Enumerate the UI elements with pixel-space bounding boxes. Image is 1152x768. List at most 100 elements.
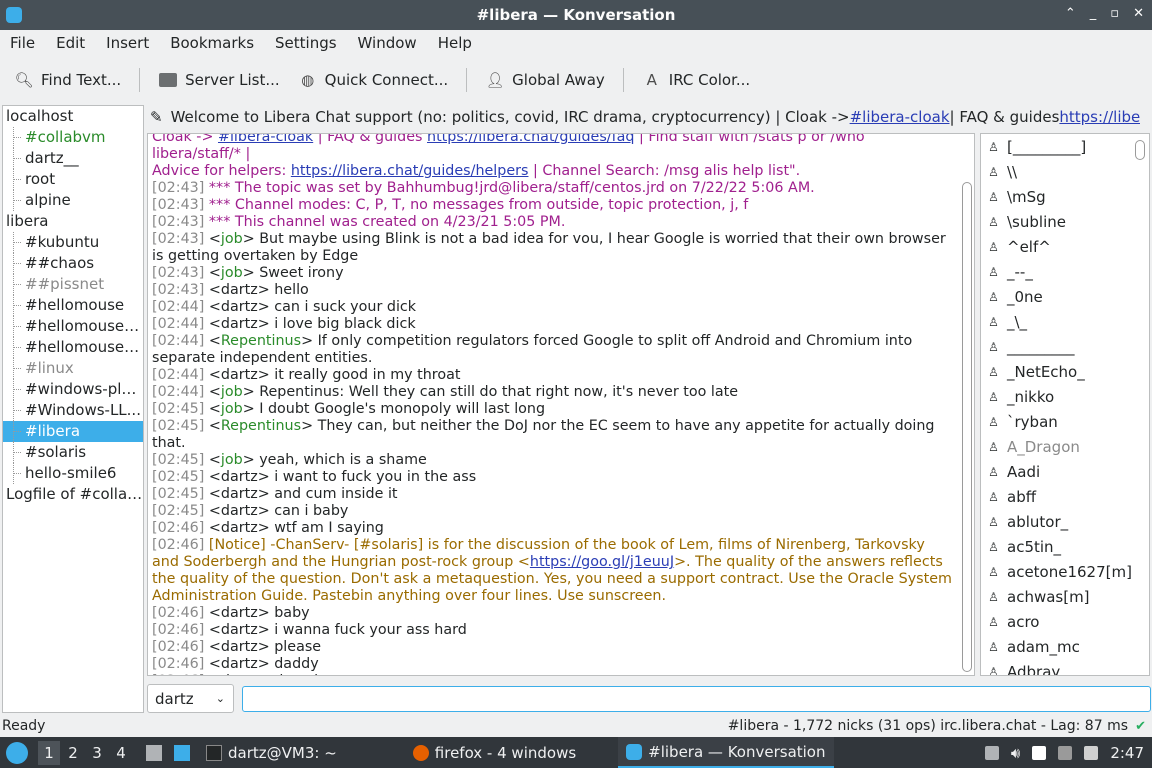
find-text-button[interactable]: 🔍︎ Find Text...	[14, 70, 121, 90]
nick-list-scrollbar[interactable]	[1135, 140, 1145, 670]
tree-item[interactable]: #hellomouse	[3, 295, 143, 316]
nick-list-item[interactable]: ♙ \\	[981, 159, 1149, 184]
tree-item[interactable]: #collabvm	[3, 127, 143, 148]
workspace-1[interactable]: 1	[38, 740, 60, 765]
chat-scrollbar-thumb[interactable]	[962, 182, 972, 672]
chat-link[interactable]: https://libera.chat/guides/faq	[427, 134, 634, 145]
menu-edit[interactable]: Edit	[56, 34, 85, 52]
chat-nick[interactable]: Repentinus	[221, 418, 301, 434]
tree-item[interactable]: libera	[3, 211, 143, 232]
quick-connect-button[interactable]: ◍ Quick Connect...	[298, 70, 448, 90]
tree-item[interactable]: #kubuntu	[3, 232, 143, 253]
keep-above-icon[interactable]: ⌃	[1065, 6, 1076, 21]
tree-item[interactable]: ##pissnet	[3, 274, 143, 295]
tree-item[interactable]: alpine	[3, 190, 143, 211]
konversation-app-icon[interactable]	[6, 7, 22, 23]
tree-item[interactable]: root	[3, 169, 143, 190]
chat-timestamp: [02:43]	[152, 231, 205, 247]
nick-list-item[interactable]: ♙ achwas[m]	[981, 584, 1149, 609]
chat-nick[interactable]: job	[221, 401, 243, 417]
nick-list-item[interactable]: ♙ ac5tin_	[981, 534, 1149, 559]
nick-list-item[interactable]: ♙ ablutor_	[981, 509, 1149, 534]
chat-scrollbar[interactable]	[962, 138, 972, 672]
nick-list-item[interactable]: ♙ _NetEcho_	[981, 359, 1149, 384]
updates-icon[interactable]	[1084, 745, 1099, 760]
clock[interactable]: 2:47	[1110, 744, 1144, 762]
show-desktop-icon[interactable]	[174, 744, 190, 761]
nick-name: acro	[1007, 612, 1040, 631]
chat-text: <dartz> dayyd	[209, 673, 318, 675]
nick-list-item[interactable]: ♙ abff	[981, 484, 1149, 509]
nick-list-item[interactable]: ♙ [_________]	[981, 134, 1149, 159]
tree-item[interactable]: Logfile of #collab...	[3, 484, 143, 505]
nick-list-item[interactable]: ♙ _nikko	[981, 384, 1149, 409]
konversation-tray-icon[interactable]	[1058, 745, 1073, 760]
chat-nick[interactable]: job	[221, 231, 243, 247]
tree-item[interactable]: #solaris	[3, 442, 143, 463]
chat-nick[interactable]: Repentinus	[221, 333, 301, 349]
chat-nick[interactable]: job	[221, 452, 243, 468]
clipboard-icon[interactable]	[984, 745, 999, 760]
nick-list-item[interactable]: ♙ _________	[981, 334, 1149, 359]
tree-item[interactable]: #libera	[3, 421, 143, 442]
edit-topic-icon[interactable]: ✎	[150, 108, 163, 126]
task-konversation[interactable]: #libera — Konversation	[618, 737, 834, 768]
nick-list-item[interactable]: ♙ _--_	[981, 259, 1149, 284]
volume-icon[interactable]: 🔊︎	[1011, 744, 1020, 762]
nick-list-item[interactable]: ♙ A_Dragon	[981, 434, 1149, 459]
close-icon[interactable]: ✕	[1133, 6, 1144, 21]
chat-link[interactable]: https://libera.chat/guides/helpers	[291, 163, 529, 179]
nick-list-item[interactable]: ♙ \subline	[981, 209, 1149, 234]
notes-icon[interactable]	[1032, 745, 1047, 760]
workspace-2[interactable]: 2	[62, 741, 84, 765]
global-away-button[interactable]: 👤︎ Global Away	[485, 70, 605, 90]
irc-color-button[interactable]: A IRC Color...	[642, 70, 751, 90]
chat-view[interactable]: Cloak -> #libera-cloak | FAQ & guides ht…	[147, 133, 975, 676]
nick-list-item[interactable]: ♙ _0ne	[981, 284, 1149, 309]
nick-list-item[interactable]: ♙ acro	[981, 609, 1149, 634]
menu-window[interactable]: Window	[358, 34, 417, 52]
nick-list-item[interactable]: ♙ _\_	[981, 309, 1149, 334]
task-terminal[interactable]: dartz@VM3: ~	[198, 737, 345, 768]
tree-item[interactable]: #windows-ple...	[3, 379, 143, 400]
topic-link-guides[interactable]: https://libera.chat/gui...	[1059, 108, 1140, 126]
nick-selector[interactable]: dartz ⌄	[147, 684, 234, 713]
menu-settings[interactable]: Settings	[275, 34, 337, 52]
nick-list-item[interactable]: ♙ Adbray	[981, 659, 1149, 676]
nick-list-scrollbar-thumb[interactable]	[1135, 140, 1145, 160]
tree-item[interactable]: #hellomouse-...	[3, 316, 143, 337]
nick-list-item[interactable]: ♙ `ryban	[981, 409, 1149, 434]
menu-file[interactable]: File	[10, 34, 35, 52]
message-input[interactable]	[242, 686, 1151, 712]
menu-bookmarks[interactable]: Bookmarks	[170, 34, 254, 52]
tree-item[interactable]: hello-smile6	[3, 463, 143, 484]
workspace-4[interactable]: 4	[110, 741, 132, 765]
tree-item[interactable]: #Windows-LL...	[3, 400, 143, 421]
chat-nick[interactable]: job	[221, 384, 243, 400]
nick-list-item[interactable]: ♙ ^elf^	[981, 234, 1149, 259]
menu-help[interactable]: Help	[438, 34, 472, 52]
tree-item[interactable]: ##chaos	[3, 253, 143, 274]
start-menu-icon[interactable]	[6, 741, 28, 764]
chat-link[interactable]: https://goo.gl/j1euuJ	[530, 554, 674, 570]
nick-list-item[interactable]: ♙ adam_mc	[981, 634, 1149, 659]
tree-item[interactable]: #linux	[3, 358, 143, 379]
chat-text: <dartz> it really good in my throat	[208, 367, 461, 383]
tree-item[interactable]: #hellomouse-...	[3, 337, 143, 358]
tree-item[interactable]: dartz__	[3, 148, 143, 169]
nick-list-item[interactable]: ♙ acetone1627[m]	[981, 559, 1149, 584]
workspace-3[interactable]: 3	[86, 741, 108, 765]
chat-nick[interactable]: job	[221, 265, 243, 281]
chat-timestamp: [02:45]	[152, 469, 205, 485]
file-manager-icon[interactable]	[146, 744, 162, 761]
topic-link-cloak[interactable]: #libera-cloak	[850, 108, 950, 126]
task-firefox[interactable]: firefox - 4 windows	[405, 737, 584, 768]
maximize-icon[interactable]: ▫	[1110, 6, 1119, 21]
minimize-icon[interactable]: _	[1090, 6, 1097, 21]
server-list-button[interactable]: Server List...	[158, 70, 280, 90]
nick-list-item[interactable]: ♙ Aadi	[981, 459, 1149, 484]
tree-item[interactable]: localhost	[3, 106, 143, 127]
chat-link[interactable]: #libera-cloak	[218, 134, 313, 145]
menu-insert[interactable]: Insert	[106, 34, 149, 52]
nick-list-item[interactable]: ♙ \mSg	[981, 184, 1149, 209]
